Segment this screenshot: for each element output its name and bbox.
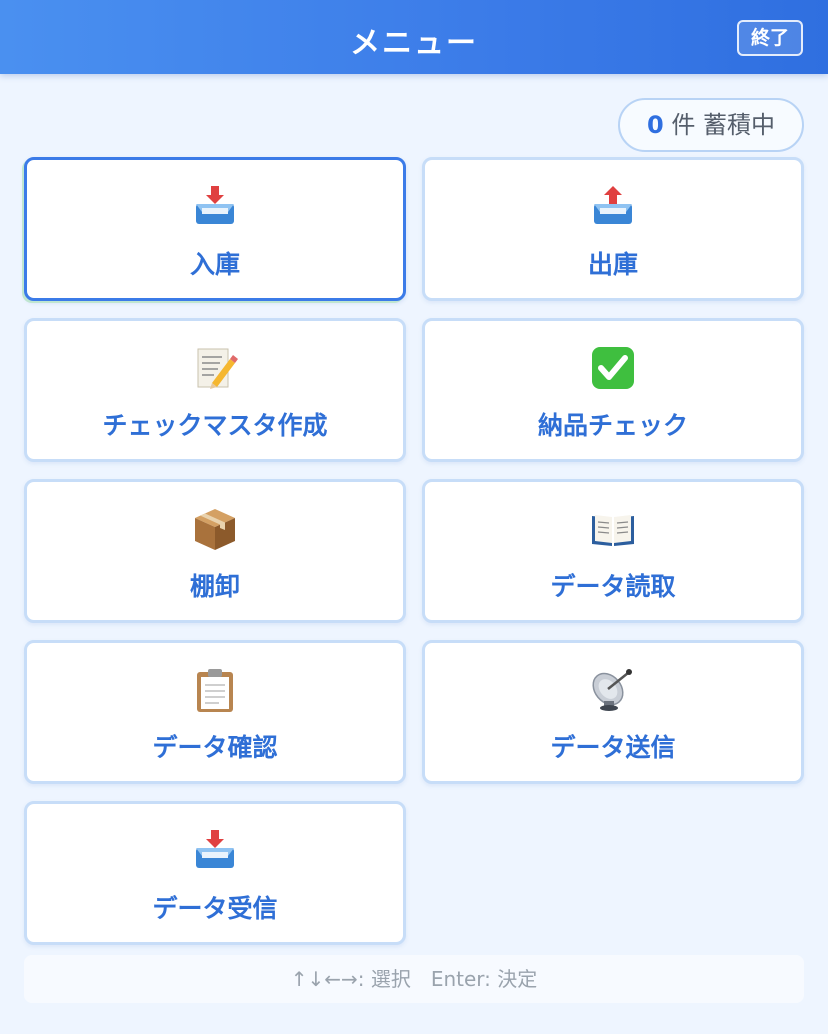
package-box-icon bbox=[27, 506, 403, 552]
menu-item-label: 棚卸 bbox=[189, 572, 240, 601]
memo-pencil-icon bbox=[27, 345, 403, 391]
inbox-tray-icon bbox=[27, 828, 403, 874]
open-book-icon bbox=[425, 506, 801, 552]
menu-item-nyuko[interactable]: 入庫 bbox=[24, 157, 406, 301]
outbox-tray-icon bbox=[425, 184, 801, 230]
menu-item-data-read[interactable]: データ読取 bbox=[422, 479, 804, 623]
menu-item-label: 納品チェック bbox=[537, 411, 688, 440]
clipboard-icon bbox=[27, 667, 403, 713]
menu-item-label: データ読取 bbox=[550, 572, 676, 601]
stored-count-value: 0 bbox=[647, 111, 664, 139]
satellite-dish-icon bbox=[425, 667, 801, 713]
menu-item-label: 出庫 bbox=[587, 250, 638, 279]
stored-count-label: 件 蓄積中 bbox=[671, 111, 775, 139]
menu-item-inventory[interactable]: 棚卸 bbox=[24, 479, 406, 623]
menu-item-label: チェックマスタ作成 bbox=[102, 411, 328, 440]
keyboard-hint: ↑↓←→: 選択 Enter: 決定 bbox=[24, 955, 804, 1003]
menu-item-data-confirm[interactable]: データ確認 bbox=[24, 640, 406, 784]
menu-item-label: データ送信 bbox=[550, 733, 676, 762]
menu-item-data-receive[interactable]: データ受信 bbox=[24, 801, 406, 945]
stored-count-badge: 0 件 蓄積中 bbox=[618, 98, 804, 152]
app-header: メニュー 終了 bbox=[0, 0, 828, 74]
exit-button[interactable]: 終了 bbox=[737, 20, 803, 56]
menu-item-check-master[interactable]: チェックマスタ作成 bbox=[24, 318, 406, 462]
menu-item-shukko[interactable]: 出庫 bbox=[422, 157, 804, 301]
menu-item-delivery-check[interactable]: 納品チェック bbox=[422, 318, 804, 462]
inbox-tray-icon bbox=[27, 184, 403, 230]
check-mark-icon bbox=[425, 345, 801, 391]
menu-item-label: 入庫 bbox=[189, 250, 240, 279]
menu-item-label: データ確認 bbox=[152, 733, 278, 762]
page-title: メニュー bbox=[350, 26, 478, 61]
menu-item-label: データ受信 bbox=[152, 894, 278, 923]
menu-item-data-send[interactable]: データ送信 bbox=[422, 640, 804, 784]
